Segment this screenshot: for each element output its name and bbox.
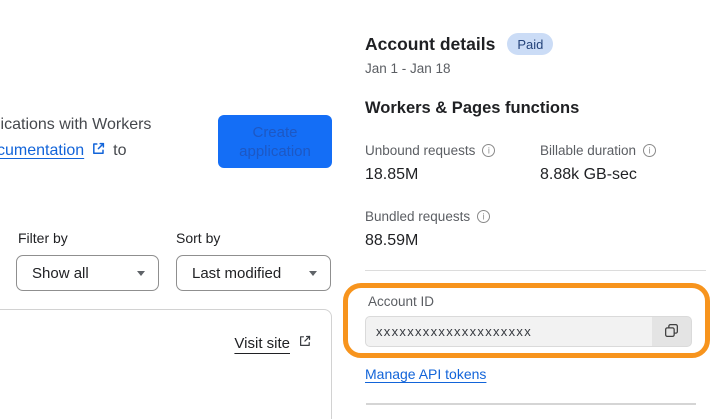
visit-site-label: Visit site [234,334,290,352]
copy-button[interactable] [652,316,692,347]
filter-by-label: Filter by [18,230,68,246]
stat-value: 88.59M [365,232,419,249]
filter-select[interactable]: Show all [16,255,159,291]
external-link-icon [298,334,312,352]
account-details-title: Account details [365,33,496,54]
stat-label: Billable duration [540,143,637,158]
intro-text-line2: cumentation to [0,141,127,161]
account-id-input[interactable] [365,316,652,347]
chevron-down-icon [309,270,317,276]
stat-value: 8.88k GB-sec [540,166,637,183]
sort-select[interactable]: Last modified [176,255,331,291]
create-application-label-line2: application [239,142,311,160]
external-link-icon [91,141,106,161]
stat-value: 18.85M [365,166,419,183]
chevron-down-icon [137,270,145,276]
workers-pages-dashboard: lications with Workers cumentation to Cr… [0,0,718,419]
account-id-label: Account ID [368,294,435,309]
sort-select-value: Last modified [192,264,282,282]
documentation-link[interactable]: cumentation [0,142,84,160]
stat-unbound-requests: Unbound requests 18.85M [365,143,496,184]
filter-select-value: Show all [32,264,89,282]
stat-billable-duration: Billable duration 8.88k GB-sec [540,143,657,184]
account-details-header: Account details Paid [365,33,554,55]
visit-site-link[interactable]: Visit site [234,334,312,352]
divider [366,403,696,405]
info-icon[interactable] [482,144,496,157]
project-card: Visit site [0,309,332,419]
sort-by-label: Sort by [176,230,221,246]
billing-date-range: Jan 1 - Jan 18 [365,61,451,76]
info-icon[interactable] [477,210,491,223]
stat-label: Unbound requests [365,143,476,158]
info-icon[interactable] [643,144,657,157]
create-application-button[interactable]: Create application [218,115,332,168]
manage-api-tokens-link[interactable]: Manage API tokens [365,366,486,382]
account-id-group [365,316,692,347]
paid-plan-badge: Paid [507,33,554,55]
workers-pages-functions-title: Workers & Pages functions [365,99,580,117]
intro-text-suffix: to [113,142,127,159]
copy-icon [663,322,680,342]
intro-text-line1: lications with Workers [0,116,152,133]
stat-label: Bundled requests [365,209,471,224]
create-application-label-line1: Create [252,123,298,141]
divider [365,270,706,271]
stat-bundled-requests: Bundled requests 88.59M [365,209,491,250]
